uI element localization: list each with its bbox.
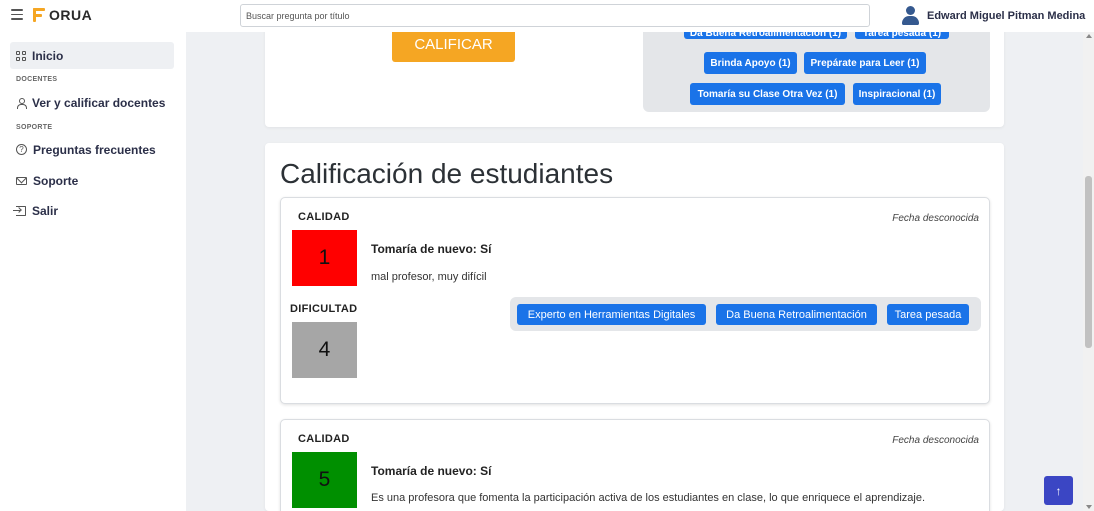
sidebar-section-docentes: DOCENTES — [16, 76, 58, 83]
scroll-down-arrow-icon[interactable] — [1086, 505, 1092, 509]
sidebar-item-label: Soporte — [33, 173, 79, 188]
would-take-again: Tomaría de nuevo: Sí — [371, 242, 491, 256]
tag-chip[interactable]: Tarea pesada — [887, 304, 969, 325]
tag-chip[interactable]: Prepárate para Leer (1) — [804, 52, 926, 74]
search-input[interactable] — [240, 4, 870, 27]
tag-chip[interactable]: Da Buena Retroalimentación — [716, 304, 877, 325]
logo-f-icon — [33, 8, 45, 22]
calidad-label: CALIDAD — [298, 211, 350, 223]
review-comment: Es una profesora que fomenta la particip… — [371, 492, 926, 504]
review-card: CALIDAD 5 Fecha desconocida Tomaría de n… — [280, 419, 990, 511]
scroll-up-arrow-icon[interactable] — [1086, 34, 1092, 38]
page-scrollbar[interactable] — [1083, 32, 1094, 511]
review-tags: Experto en Herramientas Digitales Da Bue… — [510, 297, 981, 331]
user-name: Edward Miguel Pitman Medina — [927, 9, 1086, 22]
sidebar-item-inicio[interactable]: Inicio — [10, 42, 174, 69]
review-card: CALIDAD 1 DIFICULTAD 4 Fecha desconocida… — [280, 197, 990, 404]
sidebar-section-soporte: SOPORTE — [16, 124, 53, 131]
logout-icon — [13, 205, 26, 216]
top-bar: ORUA Edward Miguel Pitman Medina — [0, 0, 1094, 32]
section-title: Calificación de estudiantes — [280, 158, 614, 189]
student-ratings-card: Calificación de estudiantes CALIDAD 1 DI… — [265, 143, 1004, 511]
dificultad-label: DIFICULTAD — [290, 303, 358, 315]
sidebar-item-label: Ver y calificar docentes — [32, 95, 166, 110]
sidebar-item-label: Salir — [32, 203, 59, 218]
user-menu[interactable]: Edward Miguel Pitman Medina — [902, 6, 1085, 25]
scroll-to-top-button[interactable]: ↑ — [1044, 476, 1073, 505]
sidebar-item-soporte[interactable]: Soporte — [10, 167, 174, 194]
would-take-again-value: Sí — [480, 242, 492, 256]
tag-chip[interactable]: Inspiracional (1) — [853, 83, 941, 105]
calidad-label: CALIDAD — [298, 433, 350, 445]
logo-text: ORUA — [49, 7, 93, 23]
would-take-again-value: Sí — [480, 464, 492, 478]
person-icon — [16, 97, 27, 109]
tag-chip[interactable]: Experto en Herramientas Digitales — [517, 304, 706, 325]
would-take-again: Tomaría de nuevo: Sí — [371, 464, 491, 478]
help-circle-icon: ? — [16, 144, 27, 155]
scroll-thumb[interactable] — [1085, 176, 1092, 348]
logo[interactable]: ORUA — [33, 7, 92, 23]
sidebar-item-salir[interactable]: Salir — [10, 197, 174, 224]
tag-chip[interactable]: Tomaría su Clase Otra Vez (1) — [690, 83, 845, 105]
review-comment: mal profesor, muy difícil — [371, 271, 487, 283]
sidebar-item-ver-calificar[interactable]: Ver y calificar docentes — [10, 89, 174, 116]
tag-chip[interactable]: Brinda Apoyo (1) — [704, 52, 797, 74]
sidebar-item-label: Preguntas frecuentes — [33, 142, 156, 157]
menu-icon[interactable] — [11, 9, 23, 20]
sidebar-item-label: Inicio — [32, 48, 64, 63]
calidad-score: 5 — [292, 452, 357, 508]
would-take-again-label: Tomaría de nuevo: — [371, 242, 477, 256]
review-date: Fecha desconocida — [892, 435, 979, 446]
sidebar-item-preguntas[interactable]: ? Preguntas frecuentes — [10, 136, 174, 163]
calidad-score: 1 — [292, 230, 357, 286]
user-avatar-icon — [902, 6, 919, 25]
would-take-again-label: Tomaría de nuevo: — [371, 464, 477, 478]
mail-icon — [16, 176, 27, 185]
arrow-up-icon: ↑ — [1055, 483, 1062, 498]
grid-icon — [16, 50, 26, 61]
dificultad-score: 4 — [292, 322, 357, 378]
sidebar: Inicio DOCENTES Ver y calificar docentes… — [0, 32, 186, 511]
review-date: Fecha desconocida — [892, 213, 979, 224]
